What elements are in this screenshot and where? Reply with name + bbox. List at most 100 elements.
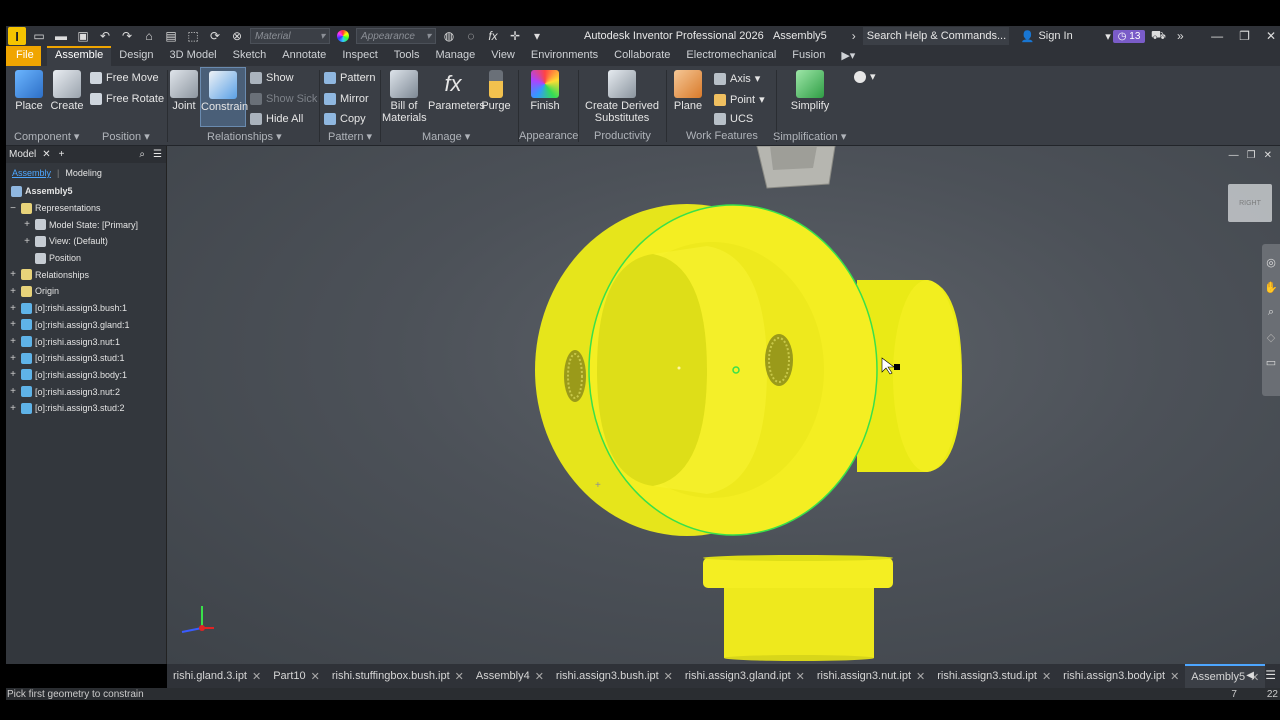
update-icon[interactable]: ⟳ (206, 28, 224, 44)
tree-item[interactable]: + View: (Default) (6, 233, 166, 250)
bush-part[interactable] (703, 555, 893, 661)
close-tab-icon[interactable]: ✕ (664, 670, 673, 683)
expand-toggle-icon[interactable]: − (8, 203, 18, 214)
tree-item[interactable]: + [o]:rishi.assign3.stud:2 (6, 400, 166, 417)
place-button[interactable]: Place (14, 70, 44, 112)
simplify-button[interactable]: Simplify (786, 70, 834, 112)
mirror-button[interactable]: Mirror (324, 93, 369, 105)
open-folder-icon[interactable]: ▬ (52, 28, 70, 44)
add-icon[interactable]: + (59, 149, 65, 160)
new-file-icon[interactable]: ▭ (30, 28, 48, 44)
tab-design[interactable]: Design (111, 46, 161, 66)
copy-button[interactable]: Copy (324, 113, 366, 125)
app-logo-icon[interactable]: I (8, 27, 26, 45)
tab-file[interactable]: File (6, 46, 41, 66)
tab-electromechanical[interactable]: Electromechanical (678, 46, 784, 66)
show-sick-button[interactable]: Show Sick (250, 93, 317, 105)
redo-icon[interactable]: ↷ (118, 28, 136, 44)
properties-icon[interactable]: ▤ (162, 28, 180, 44)
tab-tools[interactable]: Tools (386, 46, 428, 66)
tab-manage[interactable]: Manage (427, 46, 483, 66)
tab-collaborate[interactable]: Collaborate (606, 46, 678, 66)
menu-icon[interactable]: ☰ (153, 149, 162, 160)
tab-scroll-left-icon[interactable]: ◀ (1246, 670, 1254, 681)
tab-3d-model[interactable]: 3D Model (162, 46, 225, 66)
zoom-icon[interactable]: ⌕ (1262, 306, 1280, 319)
expand-toggle-icon[interactable]: + (8, 286, 18, 297)
close-tab-icon[interactable]: ✕ (535, 670, 544, 683)
appearance-dropdown[interactable]: Appearance ▾ (356, 28, 436, 44)
document-tab[interactable]: rishi.assign3.stud.ipt ✕ (931, 670, 1057, 683)
expand-toggle-icon[interactable]: + (8, 403, 18, 414)
close-tab-icon[interactable]: ✕ (252, 670, 261, 683)
orbit-icon[interactable]: ◇ (1262, 331, 1280, 344)
minimize-icon[interactable]: — (1211, 29, 1223, 43)
joint-button[interactable]: Joint (170, 70, 198, 112)
tree-item[interactable]: − Representations (6, 200, 166, 217)
close-icon[interactable]: ✕ (1266, 29, 1276, 43)
sign-in-button[interactable]: 👤 Sign In ▾ (1021, 30, 1111, 43)
close-tab-icon[interactable]: ✕ (916, 670, 925, 683)
tab-assemble[interactable]: Assemble (47, 46, 112, 66)
tree-item[interactable]: + [o]:rishi.assign3.gland:1 (6, 317, 166, 334)
document-tab[interactable]: rishi.assign3.nut.ipt ✕ (811, 670, 931, 683)
purge-button[interactable]: Purge (480, 70, 512, 112)
point-button[interactable]: Point ▾ (714, 93, 765, 106)
tree-item[interactable]: + Model State: [Primary] (6, 216, 166, 233)
tree-item[interactable]: + Relationships (6, 266, 166, 283)
expand-toggle-icon[interactable]: + (22, 236, 32, 247)
group-pattern[interactable]: Pattern ▾ (328, 130, 372, 143)
appearance-color-icon[interactable] (334, 28, 352, 44)
tree-root[interactable]: Assembly5 (6, 183, 166, 200)
close-tab-icon[interactable]: ✕ (1042, 670, 1051, 683)
expand-toggle-icon[interactable]: + (8, 386, 18, 397)
hide-all-button[interactable]: Hide All (250, 113, 303, 125)
tab-environments[interactable]: Environments (523, 46, 606, 66)
close-tab-icon[interactable]: ✕ (1170, 670, 1179, 683)
customize-icon[interactable]: ▾ (528, 28, 546, 44)
model-canvas[interactable]: + (167, 146, 1280, 664)
tree-item[interactable]: + [o]:rishi.assign3.nut:2 (6, 383, 166, 400)
tab-assembly[interactable]: Assembly (12, 168, 51, 178)
tree-item[interactable]: + Origin (6, 283, 166, 300)
save-icon[interactable]: ▣ (74, 28, 92, 44)
group-manage[interactable]: Manage ▾ (422, 130, 470, 143)
create-derived-substitutes-button[interactable]: Create Derived Substitutes (584, 70, 660, 124)
expand-toggle-icon[interactable]: + (22, 219, 32, 230)
navigation-bar[interactable]: ◎ ✋ ⌕ ◇ ▭ (1262, 244, 1280, 396)
tab-fusion[interactable]: Fusion (784, 46, 833, 66)
group-relationships[interactable]: Relationships ▾ (207, 130, 282, 143)
expand-toggle-icon[interactable]: + (8, 319, 18, 330)
document-tab[interactable]: rishi.gland.3.ipt ✕ (167, 670, 267, 683)
ribbon-options-dropdown[interactable]: ▾ (854, 70, 876, 83)
clear-appearance-icon[interactable]: ◌ (462, 28, 480, 44)
close-doc-icon[interactable]: ⊗ (228, 28, 246, 44)
finish-button[interactable]: Finish (528, 70, 562, 112)
more-icon[interactable]: » (1171, 28, 1189, 44)
plane-button[interactable]: Plane (672, 70, 704, 112)
expand-toggle-icon[interactable]: + (8, 303, 18, 314)
axis-button[interactable]: Axis ▾ (714, 72, 760, 85)
ucs-button[interactable]: UCS (714, 113, 753, 125)
document-tab[interactable]: Part10 ✕ (267, 670, 326, 683)
pan-icon[interactable]: ✋ (1262, 281, 1280, 294)
tree-item[interactable]: + [o]:rishi.assign3.nut:1 (6, 333, 166, 350)
pattern-button[interactable]: Pattern (324, 72, 375, 84)
look-at-icon[interactable]: ▭ (1262, 356, 1280, 369)
chevron-right-icon[interactable]: › (845, 28, 863, 44)
home-icon[interactable]: ⌂ (140, 28, 158, 44)
group-component[interactable]: Component ▾ (14, 130, 79, 143)
tab-modeling[interactable]: Modeling (65, 168, 102, 178)
undo-icon[interactable]: ↶ (96, 28, 114, 44)
document-tab[interactable]: rishi.stuffingbox.bush.ipt ✕ (326, 670, 470, 683)
free-rotate-button[interactable]: Free Rotate (90, 93, 164, 105)
search-icon[interactable]: ⌕ (139, 149, 145, 160)
tab-inspect[interactable]: Inspect (334, 46, 385, 66)
cart-icon[interactable]: ⛟ (1149, 28, 1167, 44)
tab-menu-icon[interactable]: ☰ (1265, 668, 1276, 682)
free-move-button[interactable]: Free Move (90, 72, 159, 84)
document-tab[interactable]: Assembly4 ✕ (470, 670, 550, 683)
viewcube[interactable]: RIGHT (1228, 184, 1272, 222)
create-button[interactable]: Create (50, 70, 84, 112)
minimize-icon[interactable]: — (1229, 150, 1239, 161)
